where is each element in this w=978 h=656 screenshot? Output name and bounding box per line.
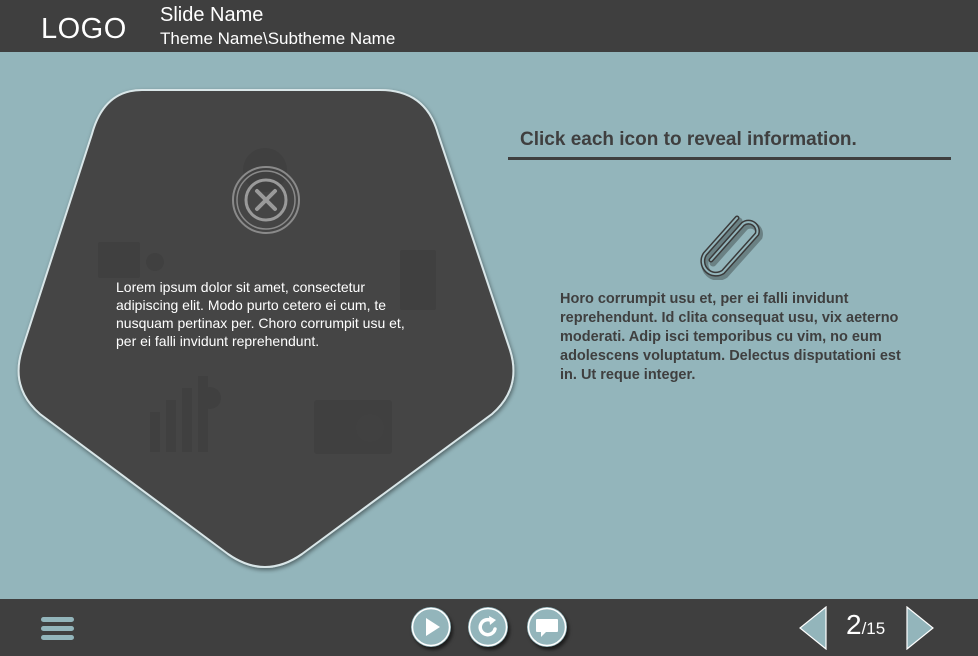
- paperclip-icon[interactable]: [693, 210, 769, 281]
- page-counter: 2/15: [846, 609, 885, 641]
- arrow-right-icon: [906, 605, 934, 651]
- previous-slide-button[interactable]: [799, 605, 827, 651]
- close-button[interactable]: [231, 165, 301, 235]
- info-text: Horo corrumpit usu et, per ei falli invi…: [560, 291, 901, 383]
- replay-button[interactable]: [468, 607, 508, 647]
- footer-bar: 2/15: [0, 599, 978, 656]
- hamburger-menu-icon: [41, 617, 74, 640]
- header-bar: LOGO Slide Name Theme Name\Subtheme Name: [0, 0, 978, 52]
- next-slide-button[interactable]: [906, 605, 934, 651]
- pentagon-body-text: Lorem ipsum dolor sit amet, consectetur …: [116, 279, 405, 349]
- comment-button[interactable]: [527, 607, 567, 647]
- total-pages: /15: [861, 619, 886, 638]
- theme-breadcrumb: Theme Name\Subtheme Name: [160, 29, 396, 48]
- close-icon: [232, 166, 300, 234]
- logo: LOGO: [41, 13, 127, 45]
- play-button[interactable]: [411, 607, 451, 647]
- pentagon-panel: Lorem ipsum dolor sit amet, consectetur …: [10, 82, 520, 574]
- arrow-left-icon: [799, 605, 827, 651]
- instruction-heading: Click each icon to reveal information.: [520, 129, 857, 150]
- slide-page: LOGO Slide Name Theme Name\Subtheme Name: [0, 0, 978, 656]
- replay-icon: [468, 607, 508, 647]
- heading-divider: [508, 157, 951, 160]
- play-icon: [411, 607, 451, 647]
- slide-title: Slide Name: [160, 4, 264, 26]
- comment-icon: [527, 607, 567, 647]
- current-page-number: 2: [846, 609, 862, 640]
- menu-button[interactable]: [40, 614, 76, 642]
